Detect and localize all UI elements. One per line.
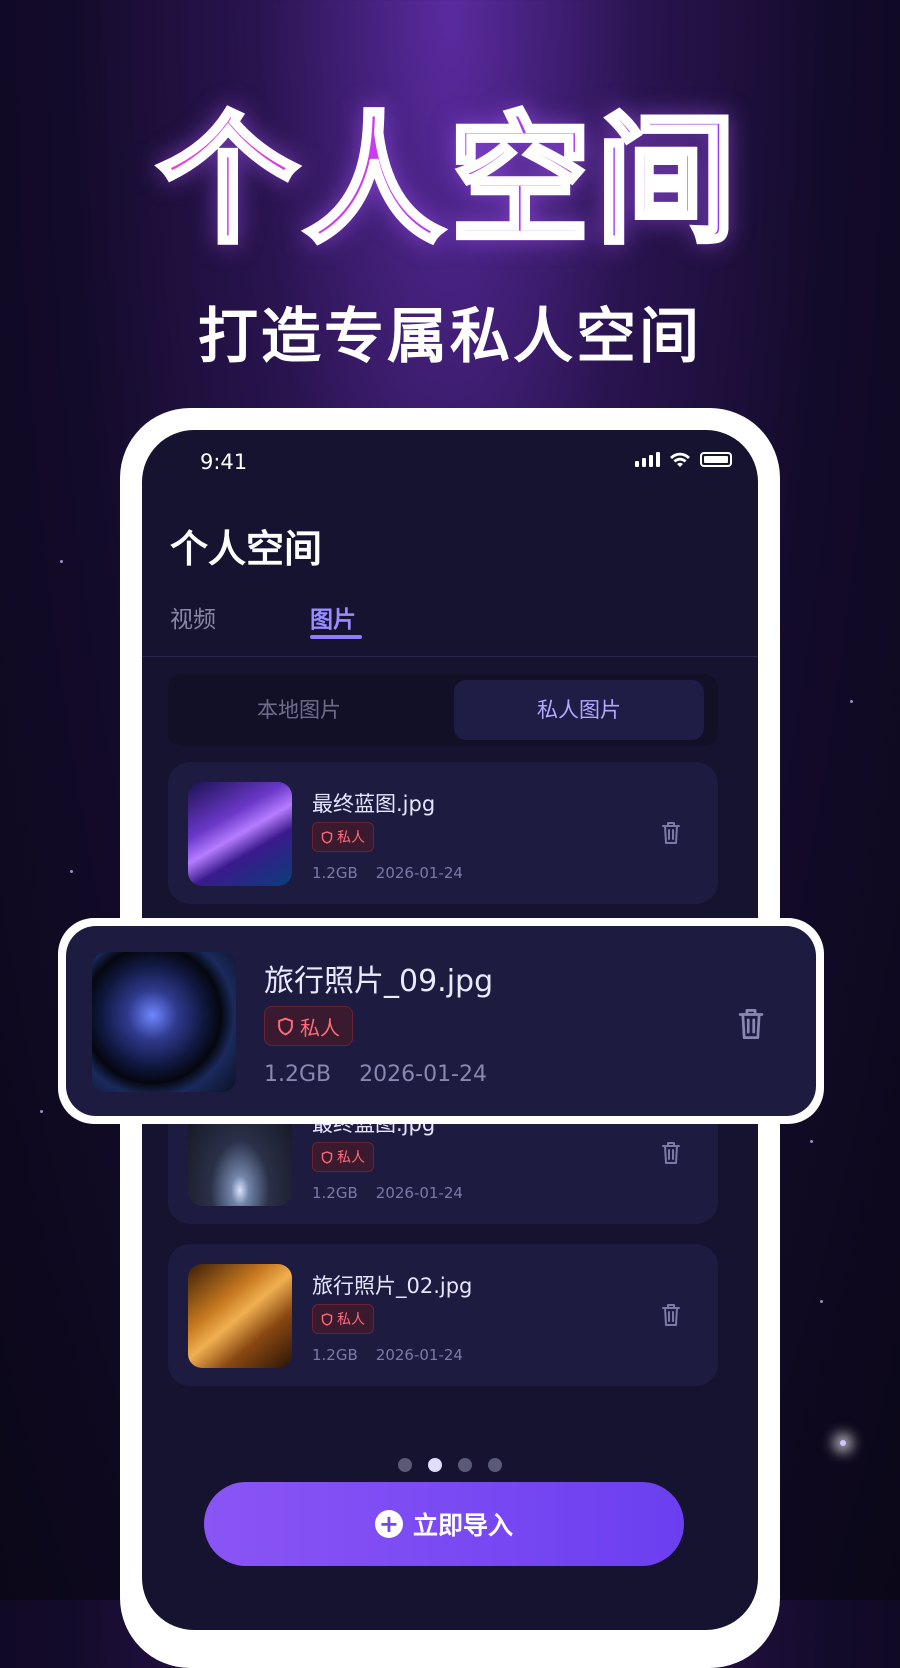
list-item[interactable]: 最终蓝图.jpg 私人 1.2GB 2026-01-24	[168, 762, 718, 904]
file-size: 1.2GB	[312, 1184, 358, 1202]
promo-subtitle: 打造专属私人空间	[198, 302, 702, 372]
file-name: 旅行照片_02.jpg	[312, 1274, 473, 1298]
file-date: 2026-01-24	[359, 1062, 487, 1087]
private-badge: 私人	[312, 1304, 374, 1334]
shield-icon	[321, 830, 333, 844]
private-badge: 私人	[312, 822, 374, 852]
file-date: 2026-01-24	[375, 864, 463, 882]
file-size: 1.2GB	[312, 864, 358, 882]
status-icons	[635, 450, 732, 468]
tab-divider	[142, 656, 758, 657]
shield-icon	[321, 1150, 333, 1164]
segment-private-photos[interactable]: 私人图片	[454, 680, 704, 740]
shield-icon	[278, 1017, 293, 1035]
file-thumbnail	[92, 952, 236, 1092]
shield-icon	[321, 1312, 333, 1326]
file-meta: 1.2GB 2026-01-24	[312, 864, 463, 882]
active-tab-indicator	[310, 635, 362, 639]
file-meta: 1.2GB 2026-01-24	[312, 1346, 463, 1364]
photo-source-segmented-control: 本地图片 私人图片	[168, 674, 718, 746]
file-date: 2026-01-24	[375, 1184, 463, 1202]
tab-video[interactable]: 视频	[170, 600, 216, 634]
highlighted-list-item[interactable]: 旅行照片_09.jpg 私人 1.2GB 2026-01-24	[66, 926, 816, 1116]
trash-icon[interactable]	[660, 1302, 682, 1328]
trash-icon[interactable]	[736, 1006, 766, 1042]
page-dot[interactable]	[488, 1458, 502, 1472]
page-dot[interactable]	[458, 1458, 472, 1472]
file-size: 1.2GB	[312, 1346, 358, 1364]
import-button[interactable]: + 立即导入	[204, 1482, 684, 1566]
page-title: 个人空间	[170, 527, 323, 571]
file-thumbnail	[188, 782, 292, 886]
page-dot-active[interactable]	[428, 1458, 442, 1472]
cellular-signal-icon	[635, 451, 660, 467]
private-badge: 私人	[312, 1142, 374, 1172]
status-time: 9:41	[200, 450, 248, 474]
trash-icon[interactable]	[660, 820, 682, 846]
page-indicator	[142, 1458, 758, 1472]
wifi-icon	[670, 452, 690, 467]
file-name: 最终蓝图.jpg	[312, 792, 436, 816]
file-name: 旅行照片_09.jpg	[264, 964, 494, 999]
file-date: 2026-01-24	[375, 1346, 463, 1364]
trash-icon[interactable]	[660, 1140, 682, 1166]
battery-icon	[700, 451, 732, 467]
private-badge: 私人	[264, 1006, 353, 1046]
page-dot[interactable]	[398, 1458, 412, 1472]
file-meta: 1.2GB 2026-01-24	[264, 1062, 487, 1087]
plus-circle-icon: +	[374, 1510, 403, 1538]
segment-local-photos[interactable]: 本地图片	[174, 680, 424, 740]
file-meta: 1.2GB 2026-01-24	[312, 1184, 463, 1202]
file-thumbnail	[188, 1264, 292, 1368]
tab-photo[interactable]: 图片	[310, 600, 356, 634]
file-size: 1.2GB	[264, 1062, 332, 1087]
list-item[interactable]: 旅行照片_02.jpg 私人 1.2GB 2026-01-24	[168, 1244, 718, 1386]
import-button-label: 立即导入	[412, 1511, 513, 1540]
promo-title: 个人空间	[0, 109, 900, 254]
